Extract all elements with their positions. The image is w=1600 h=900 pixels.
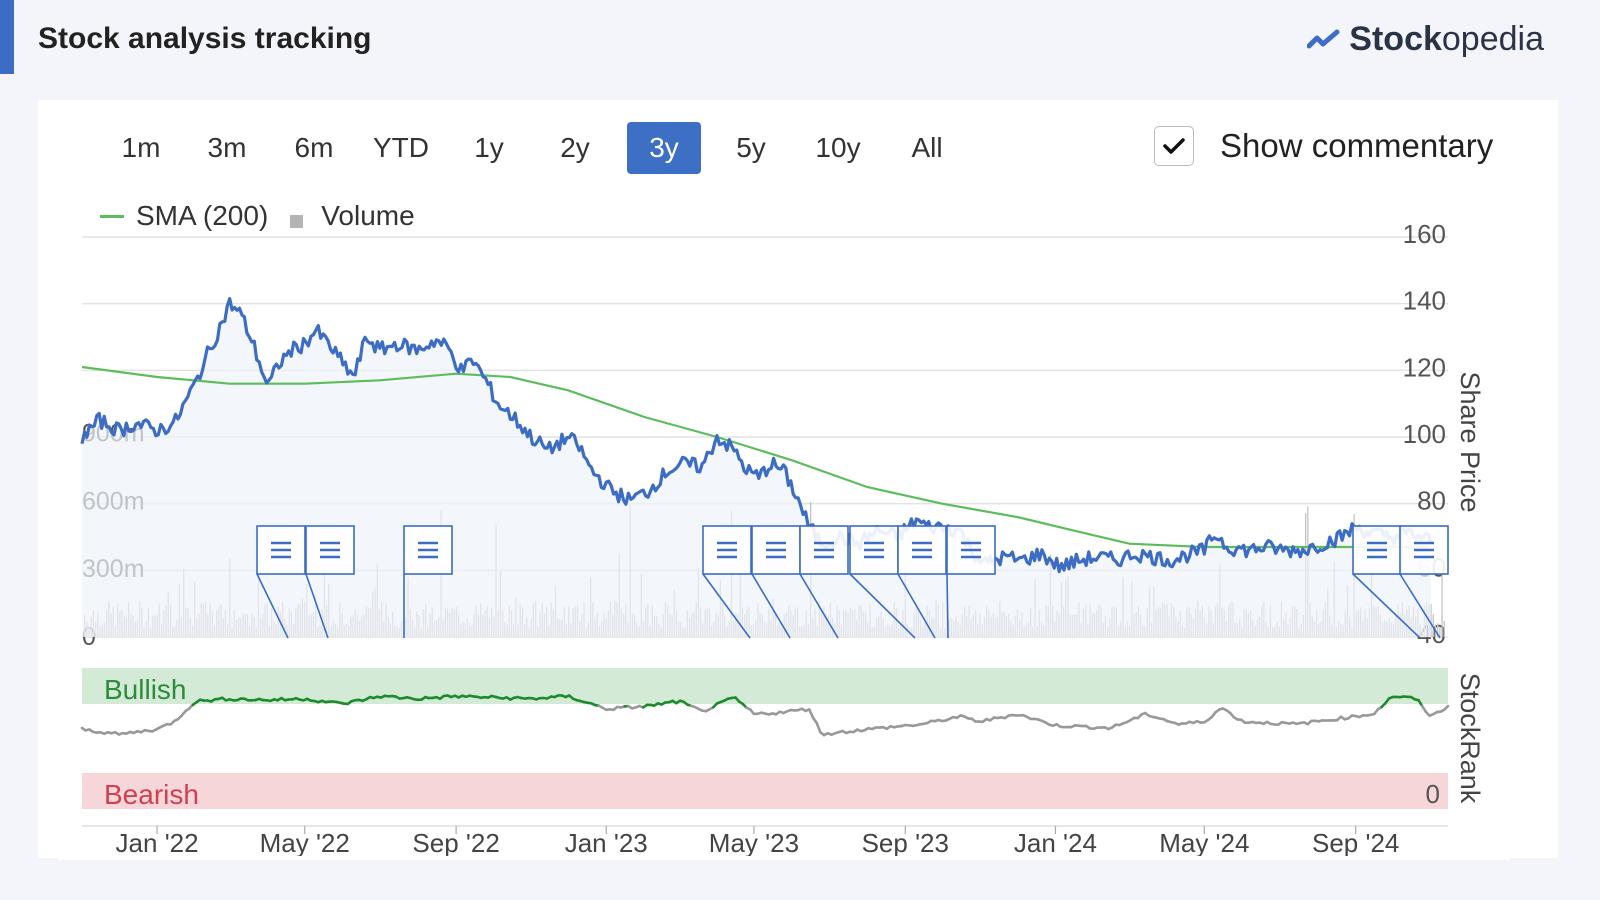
price-area-fill — [82, 298, 1431, 637]
price-tick-label: 140 — [1403, 286, 1446, 316]
volume-bar — [1443, 620, 1445, 637]
x-tick-label: May '23 — [709, 828, 799, 858]
x-tick-label: May '24 — [1159, 828, 1249, 858]
stockrank-segment — [807, 708, 815, 720]
stockrank-segment — [815, 721, 822, 734]
price-tick-label: 80 — [1417, 486, 1446, 516]
stock-chart: 4060801001201401600300m600m900mShare Pri… — [58, 219, 1510, 860]
bullish-label: Bullish — [104, 674, 186, 705]
chart-bottom-edge — [58, 856, 1510, 860]
x-tick-label: Jan '23 — [565, 828, 648, 858]
x-tick-label: Sep '24 — [1312, 828, 1399, 858]
bearish-label: Bearish — [104, 779, 199, 810]
x-tick-label: May '22 — [260, 828, 350, 858]
stockrank-axis-title: StockRank — [1455, 673, 1485, 804]
x-tick-label: Sep '22 — [412, 828, 499, 858]
price-axis-title: Share Price — [1455, 371, 1485, 512]
x-tick-label: Jan '24 — [1014, 828, 1097, 858]
stockrank-tick-label: 0 — [1426, 779, 1440, 809]
price-tick-label: 100 — [1403, 419, 1446, 449]
bearish-band — [82, 773, 1448, 809]
x-tick-label: Jan '22 — [116, 828, 199, 858]
price-tick-label: 120 — [1403, 352, 1446, 382]
stockrank-segment — [1443, 704, 1450, 712]
price-tick-label: 160 — [1403, 219, 1446, 249]
volume-bar — [1441, 572, 1443, 637]
volume-bar — [1439, 626, 1441, 637]
x-tick-label: Sep '23 — [862, 828, 949, 858]
